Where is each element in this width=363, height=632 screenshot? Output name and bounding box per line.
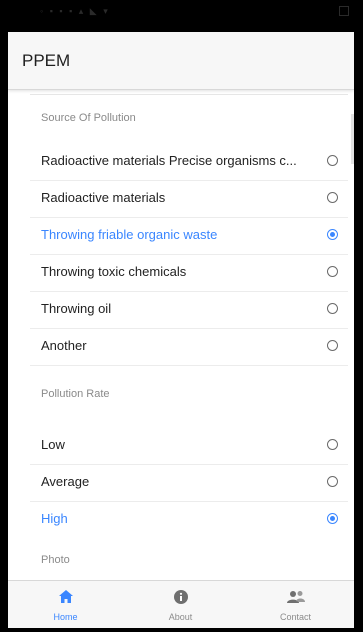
- tab-home[interactable]: Home: [8, 581, 123, 628]
- option-label: Throwing friable organic waste: [41, 227, 218, 242]
- status-bar: ◦ ▪ ▪ ▪ ▴ ◣ ▾: [8, 0, 355, 32]
- app-title: PPEM: [22, 51, 71, 70]
- bottom-tab-bar: Home About Contact: [8, 580, 354, 628]
- source-option-radioactive-organisms[interactable]: Radioactive materials Precise organisms …: [30, 143, 348, 181]
- radio-button[interactable]: [327, 155, 338, 166]
- radio-button-selected[interactable]: [327, 513, 338, 524]
- radio-button[interactable]: [327, 340, 338, 351]
- source-option-toxic-chemicals[interactable]: Throwing toxic chemicals: [30, 254, 348, 292]
- option-label: Average: [41, 474, 90, 489]
- option-label: High: [41, 511, 68, 526]
- source-option-organic-waste[interactable]: Throwing friable organic waste: [30, 217, 348, 255]
- option-label: Throwing oil: [41, 301, 112, 316]
- scrollbar[interactable]: [351, 114, 354, 164]
- source-option-another[interactable]: Another: [30, 328, 348, 366]
- tab-label: Contact: [279, 612, 312, 622]
- source-option-radioactive-materials[interactable]: Radioactive materials: [30, 180, 348, 218]
- app-bar: PPEM: [8, 32, 354, 90]
- info-icon: [173, 590, 188, 609]
- home-icon: [58, 590, 73, 608]
- battery-icon: [339, 6, 349, 16]
- divider: [30, 94, 348, 95]
- tab-contact[interactable]: Contact: [238, 581, 353, 628]
- option-label: Low: [41, 437, 65, 452]
- source-option-oil[interactable]: Throwing oil: [30, 291, 348, 329]
- app-screen: PPEM Source Of Pollution Radioactive mat…: [8, 32, 354, 628]
- radio-button[interactable]: [327, 266, 338, 277]
- rate-option-high[interactable]: High: [30, 501, 348, 538]
- radio-button[interactable]: [327, 303, 338, 314]
- option-label: Another: [41, 338, 87, 353]
- tab-label: Home: [53, 612, 78, 622]
- contacts-icon: [286, 590, 305, 608]
- radio-button[interactable]: [327, 476, 338, 487]
- radio-button[interactable]: [327, 192, 338, 203]
- rate-option-average[interactable]: Average: [30, 464, 348, 502]
- photo-header: Photo: [41, 554, 70, 566]
- option-label: Radioactive materials: [41, 190, 166, 205]
- status-icons: ◦ ▪ ▪ ▪ ▴ ◣ ▾: [40, 6, 110, 16]
- option-label: Throwing toxic chemicals: [41, 264, 187, 279]
- pollution-rate-header: Pollution Rate: [41, 388, 110, 400]
- rate-option-low[interactable]: Low: [30, 427, 348, 465]
- tab-label: About: [168, 612, 193, 622]
- radio-button[interactable]: [327, 439, 338, 450]
- tab-about[interactable]: About: [123, 581, 238, 628]
- radio-button-selected[interactable]: [327, 229, 338, 240]
- form-content[interactable]: Source Of Pollution Radioactive material…: [8, 90, 354, 580]
- option-label: Radioactive materials Precise organisms …: [41, 153, 297, 168]
- device-frame: ◦ ▪ ▪ ▪ ▴ ◣ ▾ PPEM Source Of Pollution R…: [0, 0, 363, 632]
- source-of-pollution-header: Source Of Pollution: [41, 112, 136, 124]
